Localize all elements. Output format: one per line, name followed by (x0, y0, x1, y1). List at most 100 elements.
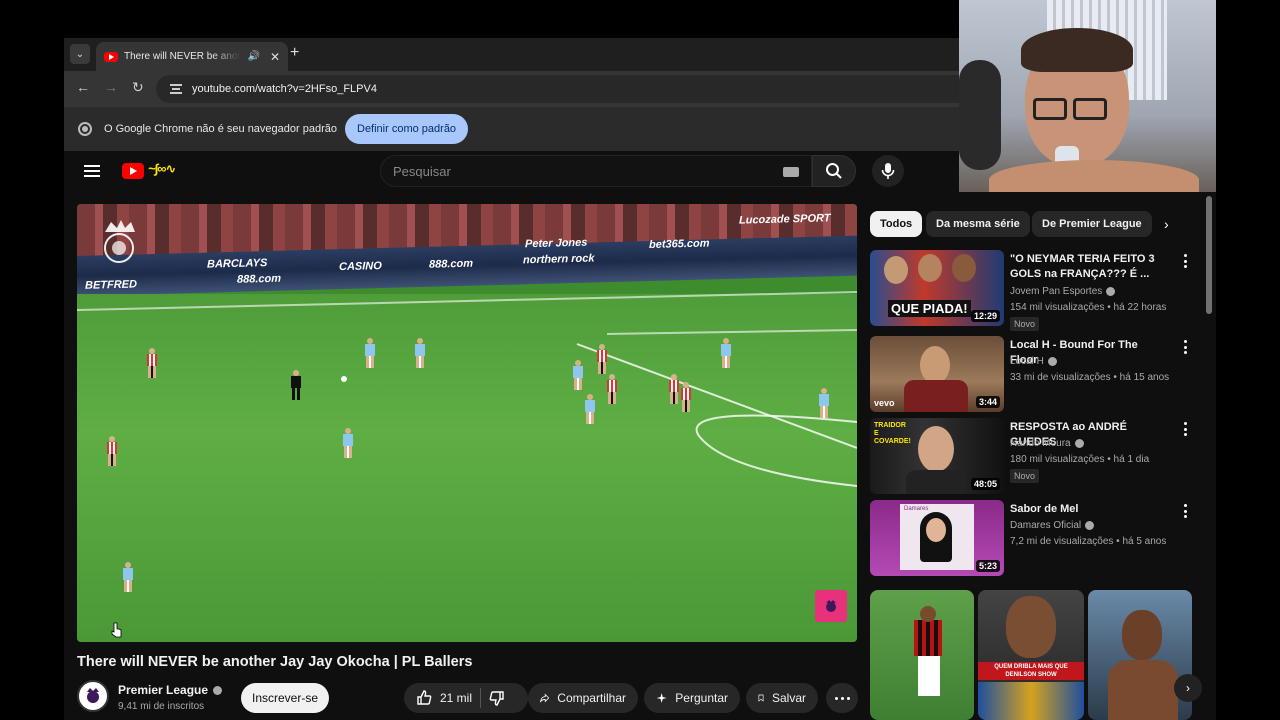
ask-button[interactable]: Perguntar (644, 683, 740, 713)
search-button[interactable] (812, 155, 856, 187)
recommendation-item[interactable]: QUE PIADA! 12:29 "O NEYMAR TERIA FEITO 3… (870, 250, 1200, 331)
site-info-icon[interactable] (170, 84, 182, 94)
video-thumbnail[interactable]: Damares 5:23 (870, 500, 1004, 576)
youtube-logo[interactable] (122, 163, 144, 179)
duration-badge: 3:44 (975, 396, 1000, 408)
recommendation-channel-row[interactable]: Jovem Pan Esportes (1010, 286, 1116, 297)
fan-illustration (959, 60, 1001, 170)
new-badge: Novo (1010, 317, 1040, 331)
dot (1183, 265, 1187, 268)
chip-all[interactable]: Todos (870, 211, 923, 237)
channel-name-row[interactable]: Premier League (118, 683, 223, 697)
recommendation-channel: Nando Moura (1010, 438, 1071, 449)
microphone-icon (881, 163, 895, 179)
vevo-logo: vevo (874, 398, 895, 408)
scrollbar[interactable] (1206, 196, 1212, 314)
chip-same-series[interactable]: Da mesma série (926, 211, 1030, 237)
close-tab-icon[interactable]: ✕ (270, 50, 280, 64)
dot (834, 696, 838, 700)
forward-arrow-icon[interactable]: → (104, 79, 118, 95)
face-illustration (926, 518, 946, 542)
duration-badge: 12:29 (970, 310, 1000, 322)
save-button[interactable]: Salvar (746, 683, 818, 713)
player-red (669, 374, 679, 406)
speaker-icon[interactable]: 🔊 (247, 51, 259, 62)
pitch-markings (77, 291, 857, 487)
dot (1183, 254, 1187, 257)
player-blue (123, 562, 133, 594)
dot (1183, 351, 1187, 354)
webcam-overlay (959, 0, 1216, 192)
share-label: Compartilhar (557, 691, 626, 705)
reload-icon[interactable]: ↻ (132, 79, 144, 96)
recommendation-channel-row[interactable]: Damares Oficial (1010, 520, 1095, 531)
recommendation-channel: Jovem Pan Esportes (1010, 286, 1103, 297)
youtube-doodle-logo[interactable]: ~∫∞∿ (148, 161, 176, 177)
video-thumbnail[interactable]: vevo 3:44 (870, 336, 1004, 412)
more-vert-icon[interactable] (1183, 340, 1187, 354)
premier-league-lion-logo (104, 220, 135, 263)
shirt-illustration (906, 470, 966, 494)
video-player[interactable]: BETFRED BARCLAYS 888.com CASINO 888.com … (77, 204, 857, 642)
recommendation-item[interactable]: vevo 3:44 Local H - Bound For The Floor … (870, 336, 1200, 414)
channel-name: Premier League (118, 683, 209, 697)
recommendation-title[interactable]: "O NEYMAR TERIA FEITO 3 GOLS na FRANÇA??… (1010, 252, 1160, 282)
keyboard-icon[interactable] (783, 167, 799, 177)
thumbnail-caption: TRAIDOR E COVARDE! (874, 422, 911, 445)
player-blue (585, 394, 595, 426)
tab-search-dropdown[interactable]: ⌄ (70, 44, 90, 64)
chrome-icon (78, 122, 92, 136)
recommendation-title[interactable]: Sabor de Mel (1010, 502, 1160, 517)
short-thumbnail[interactable]: QUEM DRIBLA MAIS QUE DENILSON SHOW (978, 590, 1084, 720)
bookmark-icon (758, 694, 764, 702)
share-icon (540, 693, 550, 703)
set-default-button[interactable]: Definir como padrão (345, 114, 469, 144)
lion-icon (826, 600, 836, 612)
short-thumbnail[interactable] (870, 590, 974, 720)
dot (1183, 259, 1187, 263)
more-actions-button[interactable] (826, 683, 858, 713)
like-button[interactable]: 21 mil (416, 690, 472, 706)
new-tab-button[interactable]: + (290, 44, 299, 62)
player-red (107, 436, 117, 468)
player-blue (415, 338, 425, 370)
chevron-right-icon[interactable]: › (1164, 216, 1169, 232)
video-thumbnail[interactable]: QUE PIADA! 12:29 (870, 250, 1004, 326)
video-title: There will NEVER be another Jay Jay Okoc… (77, 654, 473, 670)
more-vert-icon[interactable] (1183, 422, 1187, 436)
verified-icon (1074, 439, 1084, 448)
channel-avatar[interactable] (77, 680, 109, 712)
chip-from-premier-league[interactable]: De Premier League (1032, 211, 1152, 237)
infobar-message: O Google Chrome não é seu navegador padr… (104, 123, 337, 135)
search-input[interactable]: Pesquisar (380, 155, 812, 187)
voice-search-button[interactable] (872, 155, 904, 187)
shorts-next-button[interactable]: › (1174, 674, 1202, 702)
recommendation-item[interactable]: Damares 5:23 Sabor de Mel Damares Oficia… (870, 500, 1200, 578)
recommendation-channel-row[interactable]: Nando Moura (1010, 438, 1084, 449)
video-thumbnail[interactable]: TRAIDOR E COVARDE! 48:05 (870, 418, 1004, 494)
channel-watermark[interactable] (815, 590, 847, 622)
face-illustration (952, 254, 976, 282)
dot (1183, 345, 1187, 349)
face-illustration (1006, 596, 1056, 658)
browser-tab[interactable]: There will NEVER be another Jay Jay Okoc… (96, 42, 288, 71)
duration-badge: 48:05 (970, 478, 1000, 490)
recommendation-channel-row[interactable]: Local H (1010, 356, 1057, 367)
thumbs-up-icon (417, 690, 432, 705)
short-thumbnail[interactable] (1088, 590, 1192, 720)
share-button[interactable]: Compartilhar (528, 683, 638, 713)
short-caption: QUEM DRIBLA MAIS QUE DENILSON SHOW (978, 662, 1084, 680)
dot (1183, 433, 1187, 436)
menu-icon[interactable] (84, 165, 100, 177)
like-dislike-group: 21 mil (404, 683, 528, 713)
premier-league-logo-icon (87, 688, 99, 703)
back-arrow-icon[interactable]: ← (76, 79, 90, 95)
subscribe-button[interactable]: Inscrever-se (241, 683, 329, 713)
more-vert-icon[interactable] (1183, 254, 1187, 268)
more-vert-icon[interactable] (1183, 504, 1187, 518)
recommendation-item[interactable]: TRAIDOR E COVARDE! 48:05 RESPOSTA ao AND… (870, 418, 1200, 496)
thumbs-down-icon[interactable] (489, 690, 505, 706)
url-text: youtube.com/watch?v=2HFso_FLPV4 (192, 83, 377, 95)
dot (1183, 515, 1187, 518)
recommendation-meta: 7,2 mi de visualizações • há 5 anos (1010, 536, 1167, 547)
